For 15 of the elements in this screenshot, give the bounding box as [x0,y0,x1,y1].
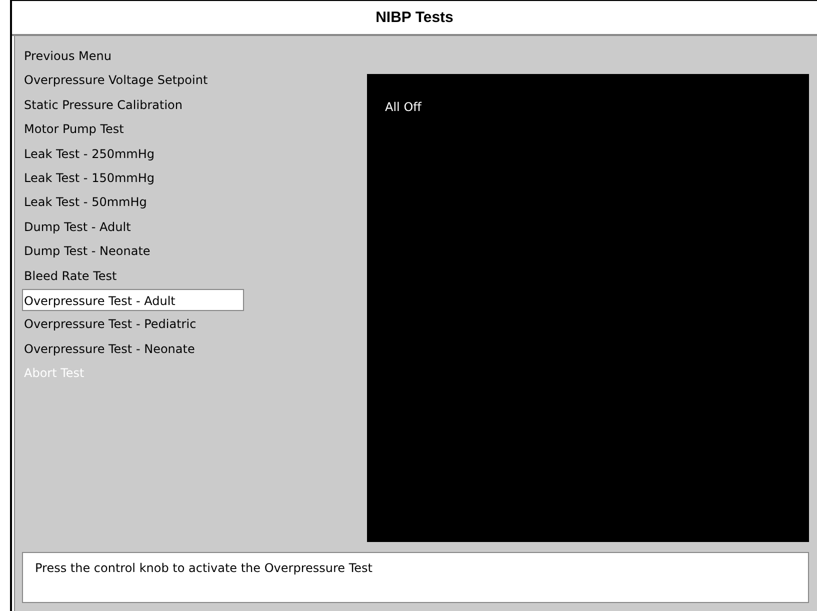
menu-item[interactable]: Bleed Rate Test [22,264,244,287]
menu-item[interactable]: Overpressure Test - Adult [22,288,244,311]
menu-item[interactable]: Previous Menu [22,45,244,67]
menu-item[interactable]: Static Pressure Calibration [22,94,244,116]
menu-item[interactable]: Motor Pump Test [22,118,244,140]
message-box: Press the control knob to activate the Overpressure Test [22,552,809,603]
menu-item[interactable]: Overpressure Test - Pediatric [22,313,244,336]
menu-item[interactable]: Leak Test - 250mmHg [22,142,244,165]
menu-item[interactable]: Dump Test - Neonate [22,240,244,262]
menu-item[interactable]: Overpressure Test - Neonate [22,338,244,360]
status-text: All Off [385,100,422,114]
menu-item[interactable]: Leak Test - 50mmHg [22,191,244,214]
menu-item[interactable]: Overpressure Voltage Setpoint [22,69,244,92]
menu-item[interactable]: Leak Test - 150mmHg [22,166,244,189]
menu-item[interactable]: Dump Test - Adult [22,216,244,238]
